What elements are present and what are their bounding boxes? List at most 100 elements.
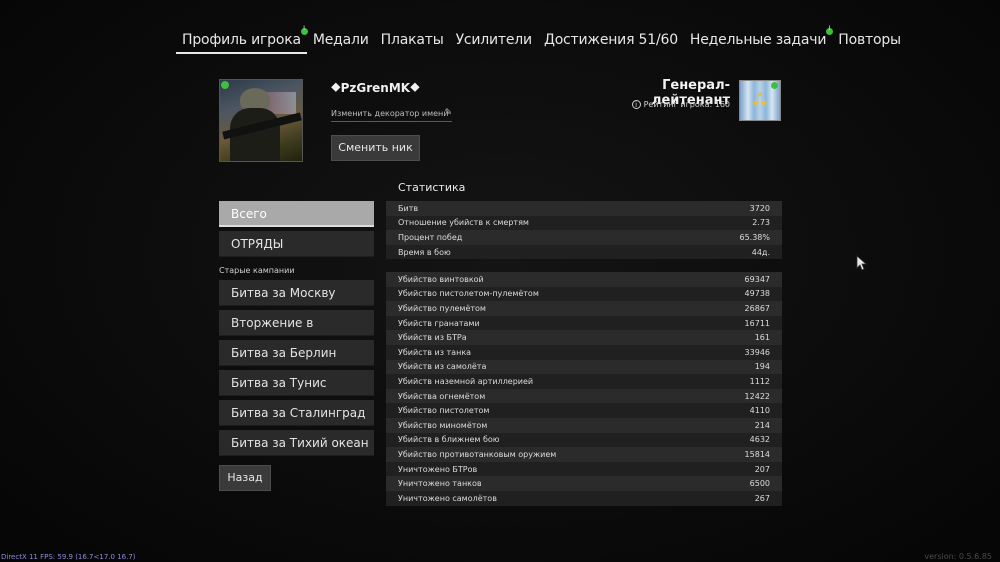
stat-value: 6500 (749, 479, 770, 489)
stat-value: 33946 (744, 347, 770, 357)
stat-value: 207 (754, 464, 770, 474)
tab-label: Повторы (838, 32, 901, 48)
debug-fps-text: DirectX 11 FPS: 59.9 (16.7<17.0 16.7) (1, 553, 136, 561)
player-avatar[interactable] (219, 79, 303, 162)
table-row: Убийств из самолёта 194 (386, 359, 782, 375)
tab-boosters[interactable]: Усилители (450, 28, 538, 54)
menu-item-pacific[interactable]: Битва за Тихий океан (219, 430, 374, 456)
stats-kills-table: Убийство винтовкой 69347 Убийство пистоле… (386, 272, 782, 506)
tab-label: Недельные задачи (689, 32, 827, 48)
rank-stars-icon: ★ ★★ (751, 90, 769, 109)
player-rating-label: Рейтинг игрока: 160 (643, 100, 730, 109)
stat-value: 214 (754, 420, 770, 430)
stats-general-table: Битв 3720 Отношение убийств к смертям 2.73… (386, 201, 782, 260)
stat-label: Убийств гранатами (398, 318, 480, 328)
stat-label: Уничтожено БТРов (398, 464, 478, 474)
stat-value: 161 (754, 333, 770, 343)
stat-value: 3720 (749, 203, 770, 213)
tab-label: Профиль игрока (182, 32, 301, 48)
menu-item-berlin[interactable]: Битва за Берлин (219, 340, 374, 366)
table-row: Убийство пулемётом 26867 (386, 301, 782, 316)
player-rating: i Рейтинг игрока: 160 (590, 100, 730, 109)
tab-label: Усилители (455, 32, 533, 48)
table-row: Убийств наземной артиллерией 1112 (386, 374, 782, 389)
menu-item-stalingrad[interactable]: Битва за Сталинград (219, 400, 374, 426)
table-row: Процент побед 65.38% (386, 230, 782, 245)
stat-label: Убийство пистолетом (398, 406, 490, 416)
version-text: version: 0.5.6.85 (924, 552, 992, 561)
stat-value: 267 (754, 493, 770, 503)
table-row: Уничтожено БТРов 207 (386, 461, 782, 477)
stat-value: 2.73 (752, 218, 770, 228)
stat-value: 49738 (744, 289, 770, 299)
stat-label: Убийство противотанковым оружием (398, 449, 557, 459)
table-row: Уничтожено самолётов 267 (386, 490, 782, 506)
stat-value: 4632 (749, 435, 770, 445)
stat-label: Время в бою (398, 247, 451, 257)
table-row: Уничтожено танков 6500 (386, 476, 782, 491)
stat-value: 1112 (749, 376, 770, 386)
pencil-icon: ✎ (444, 108, 452, 118)
menu-item-moscow[interactable]: Битва за Москву (219, 280, 374, 306)
info-icon[interactable]: i (631, 100, 641, 109)
stat-label: Убийство миномётом (398, 420, 488, 430)
table-row: Убийств из танка 33946 (386, 344, 782, 360)
rank-notification-dot-icon (771, 82, 778, 89)
tab-replays[interactable]: Повторы (832, 28, 907, 54)
table-row: Убийств из БТРа 161 (386, 330, 782, 345)
avatar-notification-dot-icon (221, 81, 229, 89)
tab-player-profile[interactable]: Профиль игрока (176, 25, 308, 54)
change-nick-button[interactable]: Сменить ник (331, 135, 420, 161)
tab-label: Достижения 51/60 (543, 32, 678, 48)
back-button[interactable]: Назад (219, 465, 271, 491)
tab-medals[interactable]: Медали (307, 28, 375, 54)
menu-item-tunisia[interactable]: Битва за Тунис (219, 370, 374, 396)
tab-posters[interactable]: Плакаты (375, 28, 450, 54)
tab-label: Плакаты (380, 32, 444, 48)
stat-label: Убийств из самолёта (398, 362, 487, 372)
stat-value: 69347 (744, 274, 770, 284)
stat-value: 16711 (744, 318, 770, 328)
table-row: Время в бою 44д. (386, 244, 782, 260)
stat-value: 26867 (744, 303, 770, 313)
stat-label: Убийство винтовкой (398, 274, 484, 284)
stat-value: 15814 (744, 449, 770, 459)
table-row: Битв 3720 (386, 201, 782, 216)
stat-label: Убийств из танка (398, 347, 472, 357)
stat-value: 194 (754, 362, 770, 372)
table-row: Убийство пистолетом 4110 (386, 403, 782, 418)
stat-label: Убийств наземной артиллерией (398, 376, 534, 386)
top-tabs: Профиль игрока Медали Плакаты Усилители … (176, 25, 907, 54)
stat-value: 44д. (751, 247, 770, 257)
table-row: Отношение убийств к смертям 2.73 (386, 215, 782, 231)
old-campaigns-label: Старые кампании (219, 266, 295, 275)
stats-title: Статистика (398, 181, 466, 194)
table-row: Убийство миномётом 214 (386, 417, 782, 433)
mouse-cursor-icon (856, 255, 867, 271)
menu-item-total[interactable]: Всего (219, 201, 374, 227)
stat-label: Процент побед (398, 232, 463, 242)
tab-achievements[interactable]: Достижения 51/60 (538, 28, 684, 54)
table-row: Убийство противотанковым оружием 15814 (386, 447, 782, 462)
stat-label: Убийства огнемётом (398, 391, 486, 401)
stat-value: 12422 (744, 391, 770, 401)
table-row: Убийств гранатами 16711 (386, 315, 782, 331)
stat-label: Уничтожено танков (398, 479, 482, 489)
stat-value: 65.38% (739, 232, 770, 242)
menu-item-normandy[interactable]: Вторжение в Нормандию (219, 310, 374, 356)
stat-label: Битв (398, 203, 419, 213)
stat-label: Убийство пулемётом (398, 303, 486, 313)
table-row: Убийство винтовкой 69347 (386, 272, 782, 287)
table-row: Убийства огнемётом 12422 (386, 388, 782, 404)
table-row: Убийство пистолетом-пулемётом 49738 (386, 286, 782, 302)
stat-label: Убийств в ближнем бою (398, 435, 500, 445)
tab-weekly-tasks[interactable]: Недельные задачи (684, 25, 834, 54)
player-nickname: ⯁PzGrenMK⯁ (331, 81, 420, 95)
stat-value: 4110 (749, 406, 770, 416)
change-decorator-link[interactable]: Изменить декоратор имени ✎ (331, 108, 452, 122)
menu-item-squads[interactable]: ОТРЯДЫ (219, 231, 374, 257)
tab-label: Медали (312, 32, 369, 48)
table-row: Убийств в ближнем бою 4632 (386, 432, 782, 448)
stat-label: Убийство пистолетом-пулемётом (398, 289, 539, 299)
stat-label: Убийств из БТРа (398, 333, 467, 343)
